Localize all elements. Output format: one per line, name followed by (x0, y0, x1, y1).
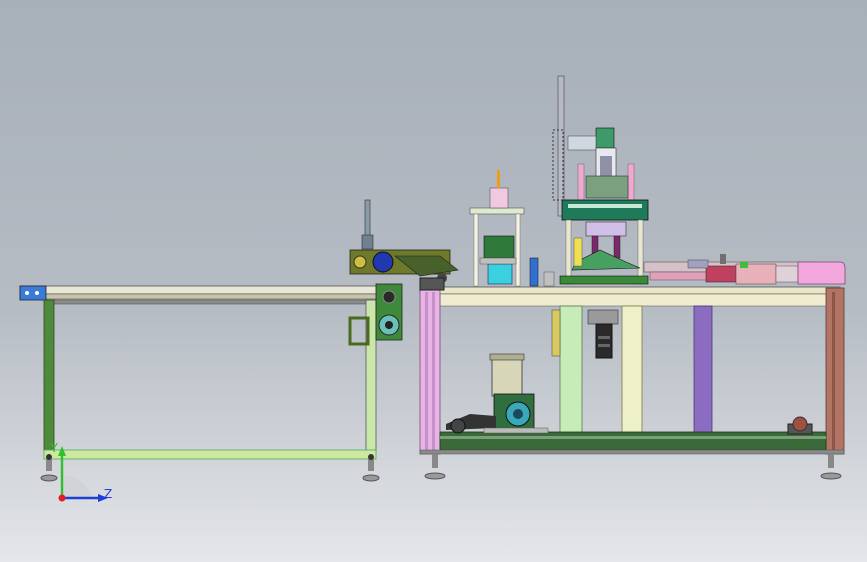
guide-rod-pink (627, 163, 635, 201)
y-axis-label: Y (50, 441, 59, 455)
cad-viewport[interactable]: Y Z (0, 0, 867, 562)
conveyor-belt (19, 293, 397, 300)
spindle-body (595, 323, 613, 359)
yellow-block (573, 237, 583, 267)
conveyor-end-cap (19, 285, 47, 301)
assembly-tower (552, 75, 649, 285)
table-bottom-rail (439, 431, 827, 451)
triad-sector (62, 475, 92, 498)
tower-column (637, 219, 644, 285)
tower-base (559, 275, 649, 285)
feeder-indicator (740, 262, 748, 268)
table-leg-rear-purple (693, 305, 713, 435)
sensor-post (529, 257, 539, 287)
guide-rod-pink (577, 163, 585, 201)
carriage (585, 175, 629, 199)
press-rod (497, 170, 500, 188)
main-table (419, 277, 845, 480)
motor-cap (489, 353, 525, 361)
press-die (487, 263, 513, 285)
gearbox-shaft (513, 409, 523, 419)
motor-body (491, 355, 523, 397)
idler-pulley (450, 418, 466, 434)
press-ram (483, 235, 515, 259)
arm-motor (372, 251, 394, 273)
inner-column-green (559, 305, 583, 435)
tower-column (565, 219, 572, 285)
end-cap-bolt (35, 291, 39, 295)
plate-highlight (568, 204, 642, 208)
end-cap-bolt (25, 291, 29, 295)
tabletop (419, 286, 841, 295)
foot-stem (368, 459, 374, 471)
tower-plate (561, 199, 649, 221)
leg-slot (432, 292, 435, 450)
arm-cylinder (361, 234, 374, 250)
conveyor-leg-left (43, 299, 55, 453)
drive-shaft (385, 321, 393, 329)
rail-highlight (440, 436, 826, 439)
motor-base (483, 427, 549, 434)
conveyor-bottom-rail (43, 449, 377, 460)
gripper-head (585, 221, 627, 237)
table-apron (439, 293, 841, 307)
leveling-foot (362, 474, 380, 482)
press-top-plate (469, 207, 525, 215)
press-station-left (469, 170, 555, 287)
foot-stem (432, 454, 438, 468)
spindle-ring (598, 344, 610, 347)
foot-stem (46, 459, 52, 471)
feeder-block-red (705, 265, 737, 283)
spindle-ring (598, 336, 610, 339)
inner-column-light (621, 305, 643, 435)
press-column (515, 213, 521, 287)
feeder-cap (797, 261, 846, 285)
sensor-bracket (348, 316, 370, 346)
table-leg-front-left (419, 287, 441, 455)
tensioner-wheel (792, 416, 808, 432)
foot-stem (828, 454, 834, 468)
joint-bolt (368, 454, 374, 460)
arm-gear (353, 255, 367, 269)
z-axis-label: Z (104, 487, 112, 501)
leveling-foot (820, 472, 842, 480)
guide-plate (551, 309, 561, 357)
small-block (543, 271, 555, 287)
transfer-arm (349, 199, 459, 283)
left-conveyor (19, 283, 403, 482)
base-plate (419, 449, 845, 455)
conveyor-top-rail (19, 285, 397, 295)
leg-slot (832, 292, 835, 450)
machine-drawing: Y Z (19, 75, 846, 502)
feeder-clamp (687, 259, 709, 269)
leveling-foot (40, 474, 58, 482)
gripper-finger (613, 235, 621, 259)
spindle-mount (587, 309, 619, 325)
leveling-foot (424, 472, 446, 480)
conveyor-lower-rail (45, 299, 377, 305)
press-cylinder (489, 187, 509, 209)
leg-slot (425, 292, 428, 450)
feeder-end (775, 265, 799, 283)
press-column (473, 213, 479, 287)
top-motor (595, 127, 615, 149)
x-axis-dot (58, 494, 66, 502)
feeder-post (720, 254, 726, 264)
right-feeder (643, 254, 846, 285)
press-guide (479, 257, 517, 265)
drive-pulley (382, 290, 396, 304)
motor-bracket (567, 135, 597, 151)
corner-bracket (419, 277, 445, 291)
